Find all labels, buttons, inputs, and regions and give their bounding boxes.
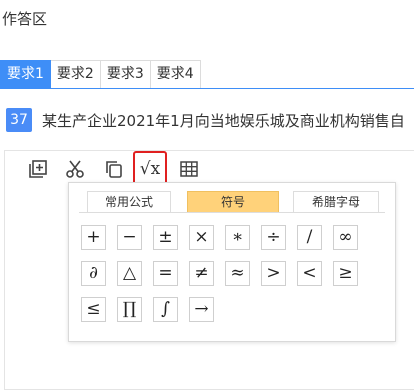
tab-requirement-4[interactable]: 要求4 [150, 60, 201, 89]
question-number-badge: 37 [6, 108, 32, 132]
symbol-less-than[interactable]: < [297, 261, 322, 286]
tab-requirement-2[interactable]: 要求2 [50, 60, 101, 89]
tab-requirement-3[interactable]: 要求3 [100, 60, 151, 89]
symbol-panel: 常用公式 符号 希腊字母 + − ± × ∗ ÷ / ∞ ∂ △ = ≠ ≈ >… [68, 182, 396, 342]
panel-tabs-divider [79, 212, 385, 213]
symbol-less-equal[interactable]: ≤ [81, 297, 106, 322]
symbol-right-arrow[interactable]: → [189, 297, 214, 322]
copy-icon[interactable] [97, 152, 131, 186]
requirement-tabs: 要求1 要求2 要求3 要求4 [0, 60, 201, 89]
symbol-greater-than[interactable]: > [261, 261, 286, 286]
symbol-triangle[interactable]: △ [117, 261, 142, 286]
symbol-product[interactable]: ∏ [117, 297, 142, 322]
tab-greek-letters[interactable]: 希腊字母 [293, 191, 379, 213]
symbol-asterisk[interactable]: ∗ [225, 225, 250, 250]
symbol-times[interactable]: × [189, 225, 214, 250]
symbol-equals[interactable]: = [153, 261, 178, 286]
symbol-not-equal[interactable]: ≠ [189, 261, 214, 286]
add-box-icon[interactable] [21, 152, 55, 186]
tab-requirement-1[interactable]: 要求1 [0, 60, 51, 89]
symbol-plus[interactable]: + [81, 225, 106, 250]
symbol-greater-equal[interactable]: ≥ [333, 261, 358, 286]
symbol-integral[interactable]: ∫ [153, 297, 178, 322]
scissors-icon[interactable] [58, 152, 92, 186]
symbol-approx[interactable]: ≈ [225, 261, 250, 286]
symbol-partial[interactable]: ∂ [81, 261, 106, 286]
tab-symbols[interactable]: 符号 [187, 191, 279, 213]
section-title: 作答区 [2, 10, 48, 28]
sqrt-formula-icon[interactable]: √x [133, 151, 167, 186]
question-text: 某生产企业2021年1月向当地娱乐城及商业机构销售自 [42, 111, 405, 130]
tabs-underline [0, 88, 414, 89]
symbol-infinity[interactable]: ∞ [333, 225, 358, 250]
symbol-slash[interactable]: / [297, 225, 322, 250]
symbol-divide[interactable]: ÷ [261, 225, 286, 250]
question-header: 37 某生产企业2021年1月向当地娱乐城及商业机构销售自 [6, 108, 405, 132]
sqrt-formula-label: √x [139, 158, 161, 179]
tab-common-formulas[interactable]: 常用公式 [87, 191, 171, 213]
symbol-plus-minus[interactable]: ± [153, 225, 178, 250]
symbol-minus[interactable]: − [117, 225, 142, 250]
table-grid-icon[interactable] [172, 152, 206, 186]
